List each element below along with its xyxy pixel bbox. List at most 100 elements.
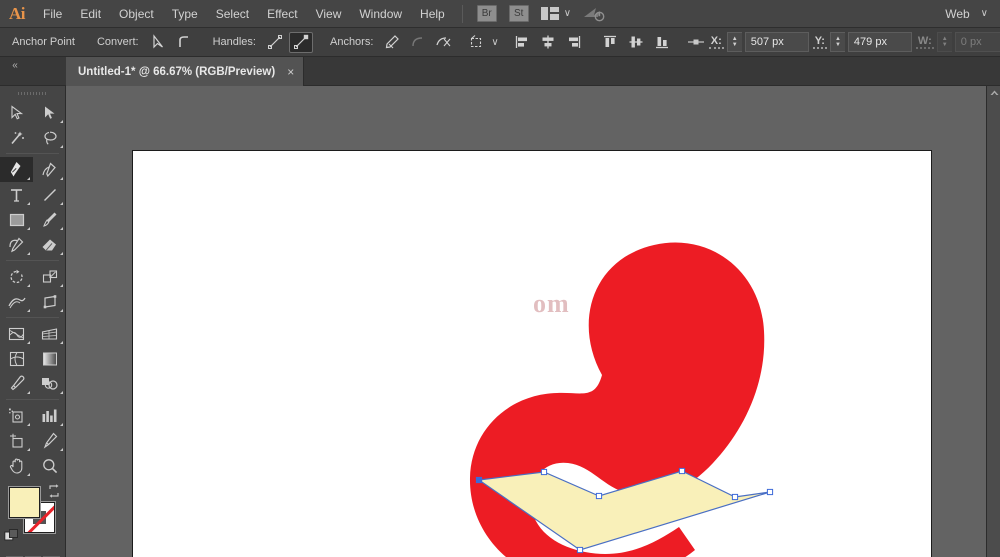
anchor-point-1[interactable] — [541, 469, 546, 474]
align-right-icon[interactable] — [562, 32, 586, 53]
menu-object[interactable]: Object — [110, 0, 163, 28]
zoom-tool[interactable] — [33, 453, 66, 478]
align-bottom-icon[interactable] — [650, 32, 674, 53]
selection-tool[interactable] — [0, 100, 33, 125]
lasso-tool[interactable] — [33, 125, 66, 150]
x-position-field[interactable]: X: ▲▼ 507 px — [709, 32, 809, 52]
shape-builder-tool[interactable] — [0, 321, 33, 346]
convert-to-smooth-icon[interactable] — [172, 32, 196, 53]
perspective-grid-tool[interactable] — [33, 321, 66, 346]
paintbrush-tool[interactable] — [33, 207, 66, 232]
align-vertical-center-icon[interactable] — [624, 32, 648, 53]
y-stepper[interactable]: ▲▼ — [830, 32, 845, 52]
tool-row — [0, 428, 66, 453]
hide-handles-icon[interactable] — [289, 32, 313, 53]
artboard-tool[interactable] — [0, 428, 33, 453]
align-left-icon[interactable] — [510, 32, 534, 53]
workspace-chevron-down-icon: ∨ — [981, 8, 988, 19]
workspace-switcher[interactable]: Web ∨ — [945, 7, 988, 21]
canvas-area[interactable]: om — [66, 86, 986, 557]
tool-row — [0, 100, 66, 125]
tool-row — [0, 125, 66, 150]
width-tool[interactable] — [0, 289, 33, 314]
isolate-selected-object-icon[interactable] — [468, 32, 485, 53]
default-fill-stroke-icon[interactable] — [4, 528, 20, 544]
menu-help[interactable]: Help — [411, 0, 454, 28]
scrollbar-track[interactable] — [987, 100, 1000, 557]
direct-selection-tool[interactable] — [33, 100, 66, 125]
anchor-point-0[interactable] — [476, 477, 481, 482]
tool-row — [0, 232, 66, 257]
menu-effect[interactable]: Effect — [258, 0, 306, 28]
anchor-point-4[interactable] — [732, 494, 737, 499]
blend-tool[interactable] — [33, 371, 66, 396]
y-input[interactable]: 479 px — [848, 32, 912, 52]
tools-panel — [0, 86, 66, 557]
symbol-sprayer-tool[interactable] — [0, 403, 33, 428]
menu-edit[interactable]: Edit — [71, 0, 110, 28]
illustrator-window: Ai File Edit Object Type Select Effect V… — [0, 0, 1000, 557]
document-tab[interactable]: Untitled-1* @ 66.67% (RGB/Preview) × — [66, 57, 304, 86]
arrange-documents-icon[interactable] — [541, 7, 559, 20]
stock-button[interactable]: St — [509, 5, 529, 22]
anchor-point-3[interactable] — [679, 468, 684, 473]
vertical-scrollbar[interactable] — [986, 86, 1000, 557]
curvature-tool[interactable] — [33, 157, 66, 182]
shaper-tool[interactable] — [0, 232, 33, 257]
anchor-point-5[interactable] — [767, 489, 772, 494]
app-logo: Ai — [0, 0, 34, 28]
remove-anchor-icon[interactable] — [380, 32, 404, 53]
free-transform-tool[interactable] — [33, 289, 66, 314]
bridge-button[interactable]: Br — [477, 5, 497, 22]
align-top-icon[interactable] — [598, 32, 622, 53]
y-position-field[interactable]: Y: ▲▼ 479 px — [813, 32, 912, 52]
tool-row — [0, 264, 66, 289]
close-icon[interactable]: × — [287, 66, 294, 78]
scroll-up-arrow-icon[interactable] — [989, 88, 999, 98]
transform-handle-icon[interactable] — [686, 32, 706, 53]
anchor-point-6[interactable] — [577, 547, 582, 552]
rectangle-tool[interactable] — [0, 207, 33, 232]
menu-select[interactable]: Select — [207, 0, 258, 28]
line-segment-tool[interactable] — [33, 182, 66, 207]
scale-tool[interactable] — [33, 264, 66, 289]
y-label: Y: — [813, 35, 827, 49]
isolate-chevron-down-icon[interactable]: ∨ — [491, 37, 498, 48]
eraser-tool[interactable] — [33, 232, 66, 257]
artwork-svg — [133, 151, 933, 557]
handles-label: Handles: — [207, 36, 262, 48]
document-tab-bar: « Untitled-1* @ 66.67% (RGB/Preview) × — [0, 57, 1000, 86]
eyedropper-tool[interactable] — [0, 371, 33, 396]
connect-path-icon[interactable] — [406, 32, 430, 53]
type-tool[interactable] — [0, 182, 33, 207]
magic-wand-tool[interactable] — [0, 125, 33, 150]
collapse-panels-icon[interactable]: « — [4, 59, 26, 73]
rotate-tool[interactable] — [0, 264, 33, 289]
x-input[interactable]: 507 px — [745, 32, 809, 52]
hand-tool[interactable] — [0, 453, 33, 478]
adobe-stock-icon[interactable] — [583, 6, 605, 22]
gradient-tool[interactable] — [33, 346, 66, 371]
swap-fill-stroke-icon[interactable] — [47, 484, 61, 498]
menu-window[interactable]: Window — [350, 0, 411, 28]
menu-view[interactable]: View — [307, 0, 351, 28]
column-graph-tool[interactable] — [33, 403, 66, 428]
tools-panel-grip[interactable] — [0, 88, 65, 100]
slice-tool[interactable] — [33, 428, 66, 453]
pen-tool[interactable] — [0, 157, 33, 182]
mesh-tool[interactable] — [0, 346, 33, 371]
x-stepper[interactable]: ▲▼ — [727, 32, 742, 52]
menu-type[interactable]: Type — [163, 0, 207, 28]
menubar-divider — [462, 5, 463, 23]
anchor-point-2[interactable] — [596, 493, 601, 498]
cut-path-icon[interactable] — [432, 32, 456, 53]
convert-to-corner-icon[interactable] — [146, 32, 170, 53]
x-label: X: — [709, 35, 724, 49]
show-handles-icon[interactable] — [263, 32, 287, 53]
arrange-chevron-down-icon[interactable]: ∨ — [564, 8, 571, 19]
align-horizontal-center-icon[interactable] — [536, 32, 560, 53]
menu-file[interactable]: File — [34, 0, 71, 28]
artboard[interactable]: om — [132, 150, 932, 557]
fill-swatch[interactable] — [9, 487, 40, 518]
w-input: 0 px — [955, 32, 1000, 52]
